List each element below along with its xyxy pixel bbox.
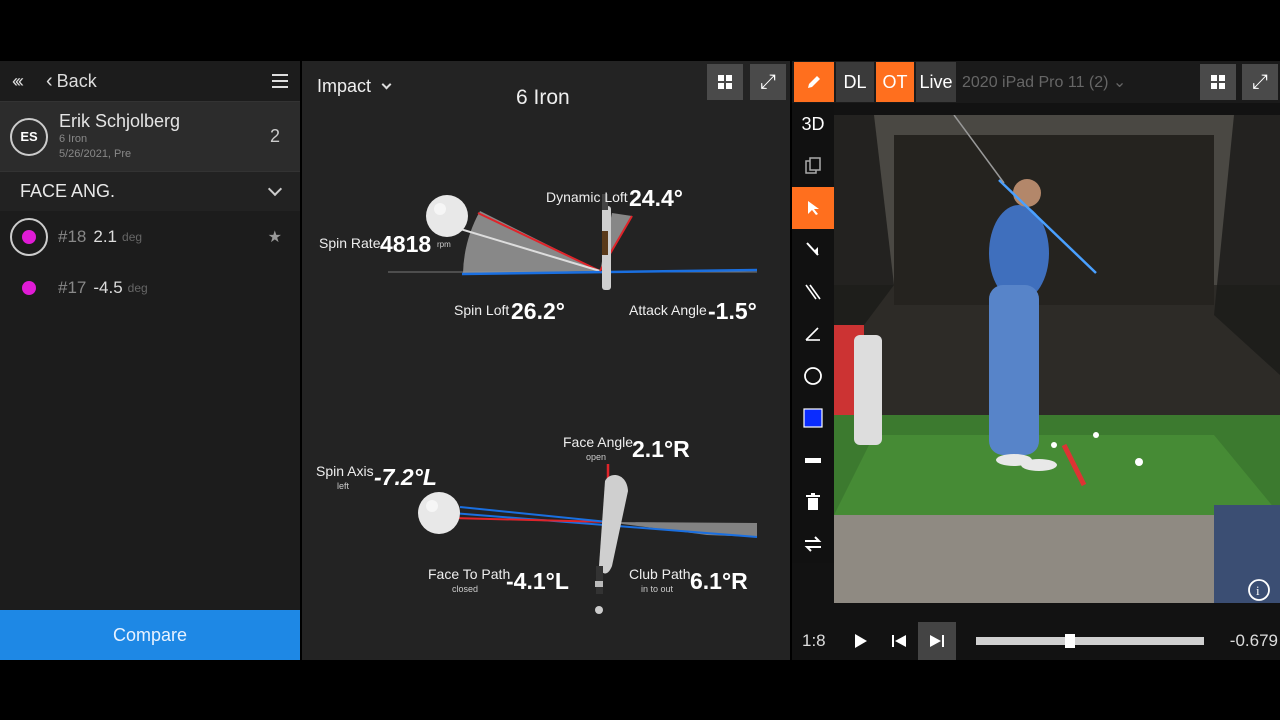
shot-value: 2.1 xyxy=(93,226,118,246)
spin-rate-label: Spin Rate xyxy=(319,235,381,251)
timeline-scrubber[interactable] xyxy=(976,634,1204,648)
spin-rate-value: 4818 xyxy=(380,231,431,257)
face-angle-sub: open xyxy=(586,452,606,462)
trash-icon[interactable] xyxy=(792,481,834,523)
device-label: 2020 iPad Pro 11 (2) xyxy=(962,74,1109,91)
parallel-lines-icon[interactable] xyxy=(792,271,834,313)
spin-axis-sub: left xyxy=(337,481,350,491)
shot-value: -4.5 xyxy=(93,277,123,297)
club-path-sub: in to out xyxy=(641,584,674,594)
list-item[interactable]: #17 -4.5 deg xyxy=(0,262,300,313)
spin-loft-label: Spin Loft xyxy=(454,302,509,318)
playback-controls: 1:8 -0.679 xyxy=(792,621,1280,660)
pencil-icon xyxy=(808,76,820,88)
club-path-value: 6.1°R xyxy=(690,568,748,594)
list-item[interactable]: #18 2.1 deg ★ xyxy=(0,211,300,262)
video-frame: i xyxy=(834,115,1280,603)
shot-selector[interactable] xyxy=(10,269,48,307)
grid-icon xyxy=(1211,75,1225,89)
face-angle-value: 2.1°R xyxy=(632,436,690,462)
chevron-down-icon xyxy=(267,181,283,197)
shot-selector[interactable] xyxy=(10,217,48,256)
parameter-label: FACE ANG. xyxy=(20,181,116,201)
shot-unit: deg xyxy=(127,280,148,295)
impact-diagram: Dynamic Loft 24.4° Spin Rate 4818 rpm Sp… xyxy=(316,185,758,614)
step-back-button[interactable] xyxy=(880,622,918,660)
shot-number: #17 xyxy=(58,277,87,297)
hamburger-menu-icon[interactable] xyxy=(272,74,288,88)
circle-tool-icon[interactable] xyxy=(792,355,834,397)
session-date: 5/26/2021, Pre xyxy=(59,148,132,160)
player-name: Erik Schjolberg xyxy=(59,111,181,131)
face-to-path-label: Face To Path xyxy=(428,566,510,582)
spin-axis-label: Spin Axis xyxy=(316,463,374,479)
step-back-icon xyxy=(892,634,906,647)
step-forward-icon xyxy=(930,634,944,647)
spin-axis-value: -7.2°L xyxy=(374,464,437,490)
shot-color-dot xyxy=(22,229,36,244)
angle-tool-icon[interactable] xyxy=(792,313,834,355)
tool-3d[interactable]: 3D xyxy=(792,103,834,145)
player-info: Erik Schjolberg 6 Iron 5/26/2021, Pre xyxy=(59,111,180,162)
player-row[interactable]: ES Erik Schjolberg 6 Iron 5/26/2021, Pre… xyxy=(0,101,300,171)
draw-toggle-button[interactable] xyxy=(794,62,834,102)
collapse-panel-icon[interactable]: ‹‹‹ xyxy=(12,71,46,92)
copy-icon[interactable] xyxy=(792,145,834,187)
select-pointer-icon[interactable] xyxy=(792,187,834,229)
drawing-toolbar: 3D xyxy=(792,103,834,563)
attack-angle-label: Attack Angle xyxy=(629,302,707,318)
attack-angle-value: -1.5° xyxy=(708,298,757,324)
spin-loft-value: 26.2° xyxy=(511,298,565,324)
star-icon[interactable]: ★ xyxy=(268,227,282,247)
compare-button[interactable]: Compare xyxy=(0,610,300,660)
scrubber-thumb[interactable] xyxy=(1065,634,1076,648)
shot-number: #18 xyxy=(58,226,87,246)
svg-text:i: i xyxy=(1256,583,1260,598)
chevron-down-icon: ⌄ xyxy=(1112,74,1127,91)
device-selector[interactable]: 2020 iPad Pro 11 (2) ⌄ xyxy=(962,72,1126,92)
live-button[interactable]: Live xyxy=(916,62,956,102)
face-angle-label: Face Angle xyxy=(563,434,633,450)
back-button[interactable]: ‹ Back xyxy=(46,70,97,93)
video-panel: DL OT Live 2020 iPad Pro 11 (2) ⌄ ⤢ 3D i… xyxy=(792,61,1280,660)
chevron-left-icon: ‹ xyxy=(46,69,53,92)
dynamic-loft-value: 24.4° xyxy=(629,185,683,211)
shot-unit: deg xyxy=(122,229,143,244)
arrow-line-icon[interactable] xyxy=(792,229,834,271)
video-fullscreen-button[interactable]: ⤢ xyxy=(1242,64,1278,100)
back-label: Back xyxy=(56,70,97,91)
swing-video[interactable]: i xyxy=(834,115,1280,603)
impact-panel: Impact 6 Iron ⤢ Dynamic Loft 24.4° Spin … xyxy=(302,61,790,660)
play-icon xyxy=(855,633,867,648)
avatar: ES xyxy=(10,117,48,156)
club-path-label: Club Path xyxy=(629,566,690,582)
dl-mode-button[interactable]: DL xyxy=(836,62,874,102)
line-width-icon[interactable] xyxy=(792,439,834,481)
swap-icon[interactable] xyxy=(792,523,834,565)
player-club: 6 Iron xyxy=(59,133,88,145)
dynamic-loft-label: Dynamic Loft xyxy=(546,189,628,205)
color-picker-icon[interactable] xyxy=(792,397,834,439)
face-to-path-sub: closed xyxy=(452,584,478,594)
video-layout-grid-button[interactable] xyxy=(1200,64,1236,100)
face-to-path-value: -4.1°L xyxy=(506,568,569,594)
shot-list-panel: ‹‹‹ ‹ Back ES Erik Schjolberg 6 Iron 5/2… xyxy=(0,61,300,660)
ot-mode-button[interactable]: OT xyxy=(876,62,914,102)
playback-rate[interactable]: 1:8 xyxy=(802,631,842,651)
play-button[interactable] xyxy=(842,622,880,660)
shot-color-dot xyxy=(22,280,36,295)
parameter-dropdown[interactable]: FACE ANG. xyxy=(0,171,300,211)
expand-icon: ⤢ xyxy=(1252,70,1268,93)
shot-count: 2 xyxy=(269,126,280,146)
step-forward-button[interactable] xyxy=(918,621,956,660)
spin-rate-unit: rpm xyxy=(437,240,451,249)
left-topbar: ‹‹‹ ‹ Back xyxy=(0,61,300,101)
time-readout: -0.679 xyxy=(1229,631,1278,650)
